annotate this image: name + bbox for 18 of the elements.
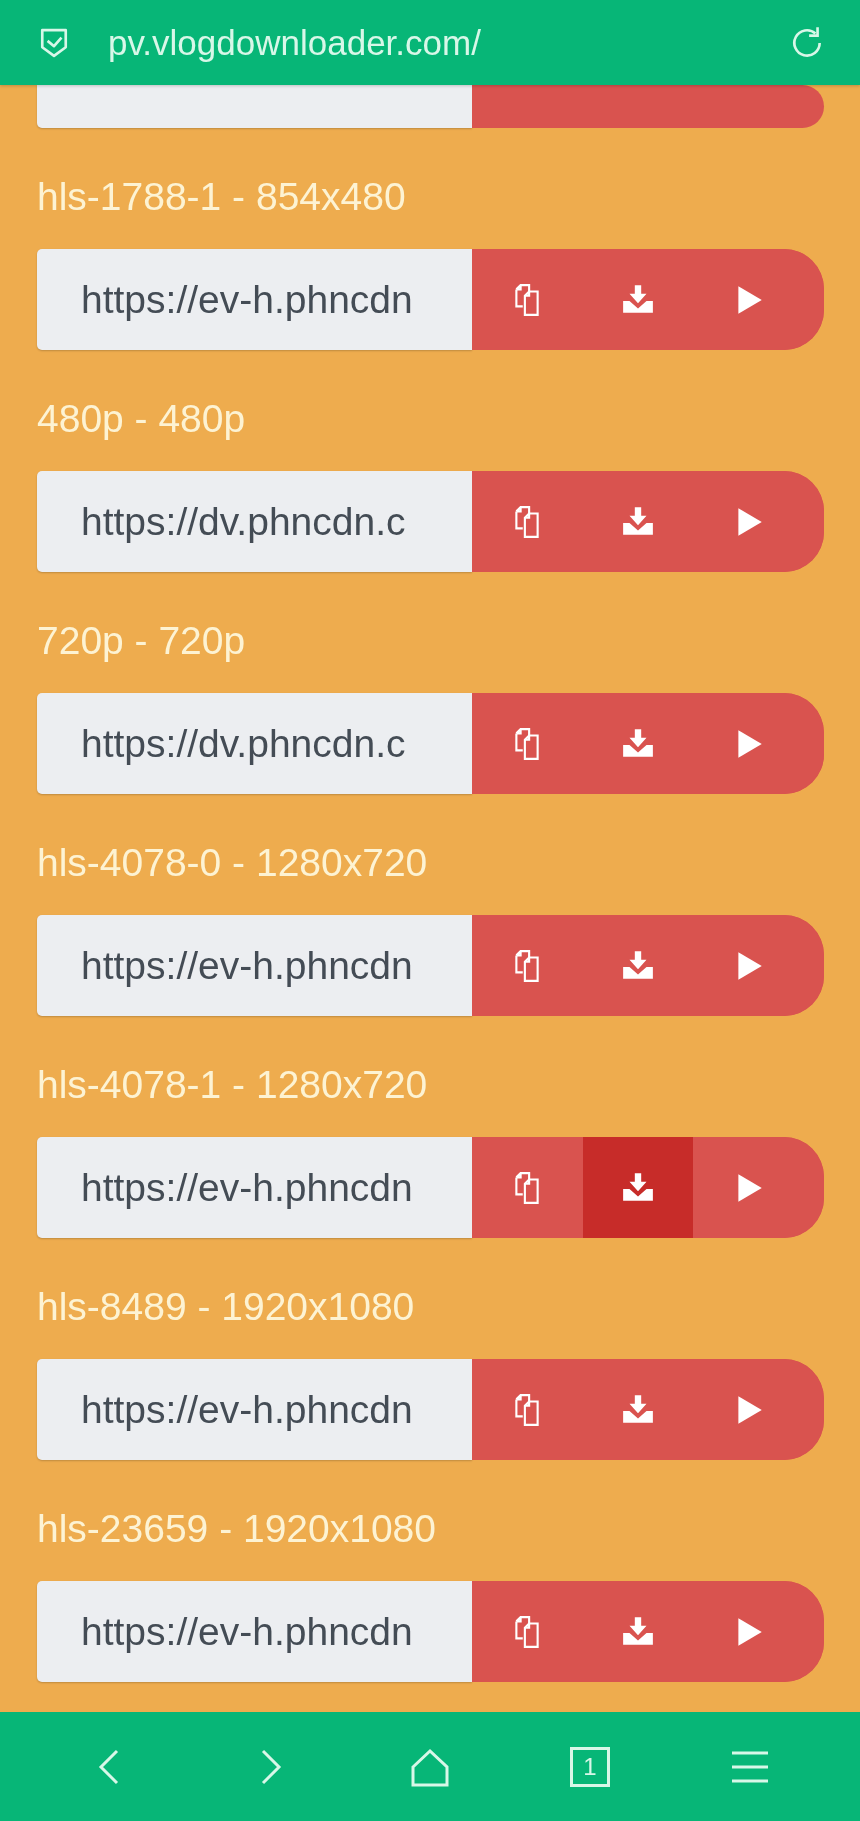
stream-label: 480p - 480p xyxy=(37,397,247,441)
download-button[interactable] xyxy=(582,1137,694,1238)
url-field[interactable]: https://dv.phncdn.c xyxy=(37,471,472,572)
url-field[interactable] xyxy=(37,85,472,128)
stream-label: hls-23659 - 1920x1080 xyxy=(37,1507,437,1551)
url-field[interactable]: https://dv.phncdn.c xyxy=(37,693,472,794)
shield-check-icon xyxy=(38,26,70,59)
stream-label: 720p - 720p xyxy=(37,619,247,663)
stream-label: hls-4078-1 - 1280x720 xyxy=(37,1063,429,1107)
home-icon[interactable] xyxy=(410,1746,450,1787)
url-field[interactable]: https://ev-h.phncdn xyxy=(37,249,472,350)
stream-label: hls-1788-1 - 854x480 xyxy=(37,175,407,219)
url-field[interactable]: https://ev-h.phncdn xyxy=(37,1137,472,1238)
url-field[interactable]: https://ev-h.phncdn xyxy=(37,1359,472,1460)
stream-label: hls-4078-0 - 1280x720 xyxy=(37,841,429,885)
url-field[interactable]: https://ev-h.phncdn xyxy=(37,915,472,1016)
stream-label: hls-8489 - 1920x1080 xyxy=(37,1285,416,1329)
url-field[interactable]: https://ev-h.phncdn xyxy=(37,1581,472,1682)
